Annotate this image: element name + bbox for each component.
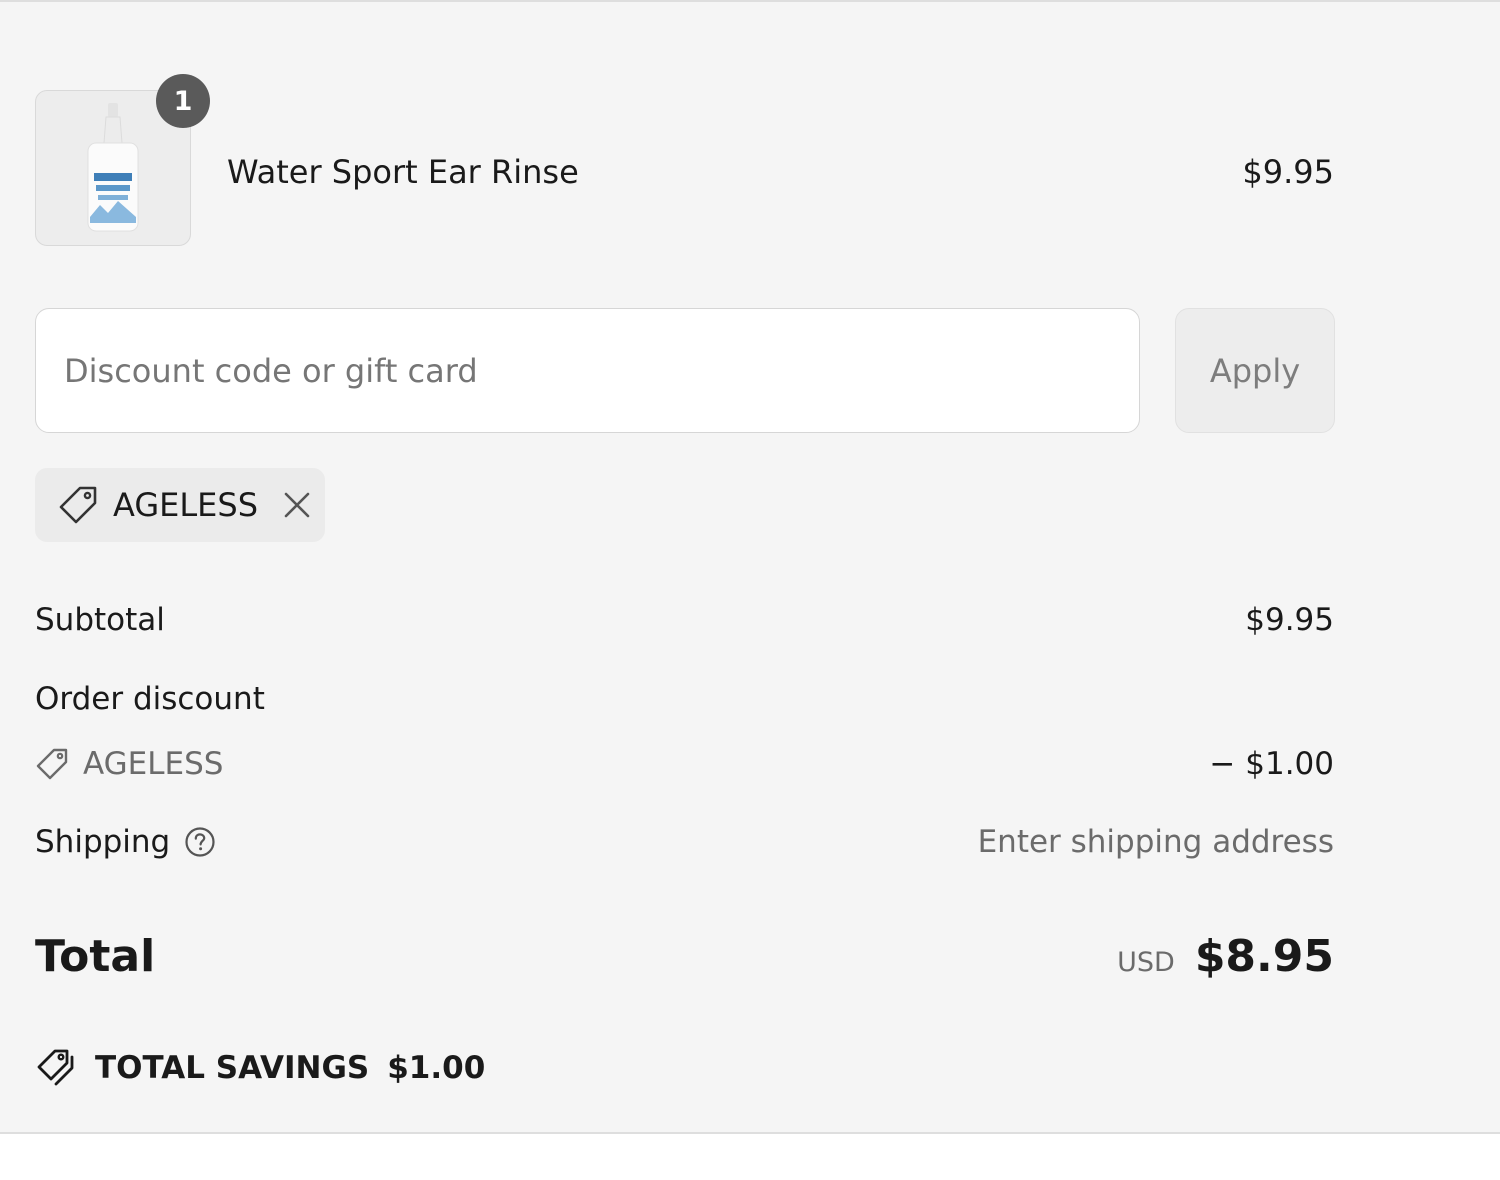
ear-rinse-bottle-icon bbox=[87, 103, 139, 232]
subtotal-label: Subtotal bbox=[35, 602, 165, 638]
applied-discount-chip: AGELESS bbox=[35, 468, 325, 542]
remove-discount-button[interactable] bbox=[280, 488, 314, 522]
close-icon bbox=[284, 492, 310, 518]
discount-code-input[interactable] bbox=[35, 308, 1140, 433]
order-discount-code: AGELESS bbox=[83, 746, 224, 782]
shipping-value: Enter shipping address bbox=[977, 824, 1334, 860]
currency-code: USD bbox=[1117, 947, 1175, 978]
tags-icon bbox=[37, 1049, 74, 1086]
applied-discount-code: AGELESS bbox=[113, 486, 259, 524]
total-savings-amount: $1.00 bbox=[387, 1050, 486, 1086]
product-price: $9.95 bbox=[1242, 153, 1334, 191]
order-summary-panel: 1 Water Sport Ear Rinse $9.95 Apply AGEL… bbox=[0, 0, 1500, 1134]
total-label: Total bbox=[35, 931, 156, 982]
shipping-label: Shipping bbox=[35, 824, 171, 860]
subtotal-value: $9.95 bbox=[1245, 602, 1334, 638]
order-discount-value: − $1.00 bbox=[1209, 746, 1334, 782]
order-discount-label: Order discount bbox=[35, 681, 265, 717]
quantity-badge: 1 bbox=[156, 74, 210, 128]
total-savings: TOTAL SAVINGS $1.00 bbox=[35, 1047, 485, 1089]
total-savings-label: TOTAL SAVINGS bbox=[95, 1050, 370, 1086]
shipping-line: Shipping bbox=[35, 822, 216, 862]
tag-icon bbox=[36, 748, 68, 780]
apply-button[interactable]: Apply bbox=[1175, 308, 1335, 433]
question-circle-icon[interactable] bbox=[184, 826, 216, 858]
product-name: Water Sport Ear Rinse bbox=[227, 153, 579, 191]
total-amount: $8.95 bbox=[1194, 931, 1334, 982]
order-discount-code-line: AGELESS bbox=[35, 744, 223, 784]
tag-icon bbox=[59, 486, 97, 524]
total-value: USD $8.95 bbox=[1117, 929, 1334, 991]
